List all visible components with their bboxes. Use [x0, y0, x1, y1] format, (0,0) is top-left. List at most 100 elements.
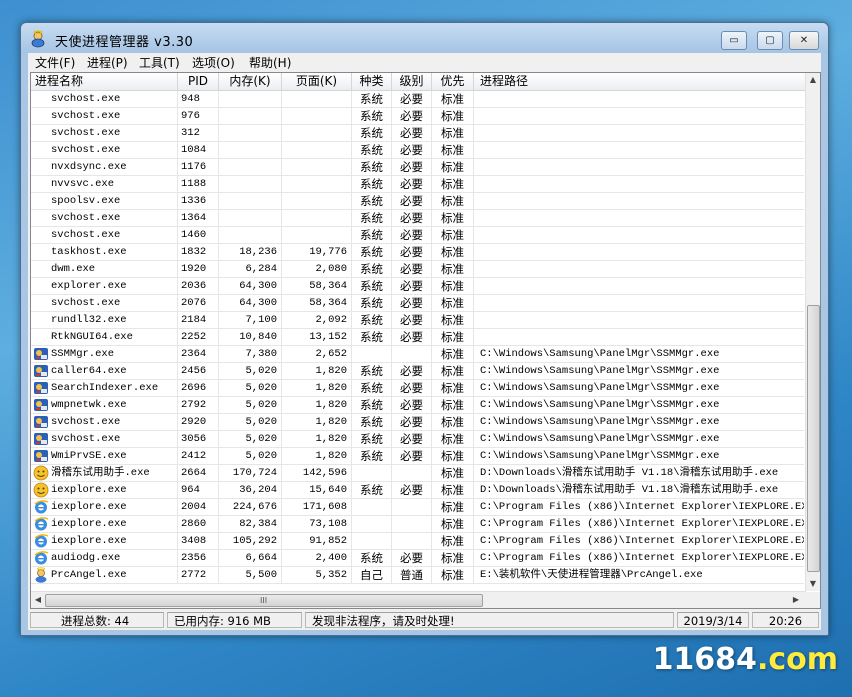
- table-row[interactable]: caller64.exe 2456 5,020 1,820 系统 必要 标准 C:\Windo…: [31, 363, 804, 380]
- cell-type: 系统: [352, 193, 392, 209]
- horizontal-scroll-thumb[interactable]: III: [45, 594, 483, 607]
- status-date: 2019/3/14: [677, 612, 749, 628]
- cell-level: 必要: [392, 227, 432, 243]
- cell-level: [392, 533, 432, 549]
- cell-page: [282, 142, 352, 158]
- table-row[interactable]: audiodg.exe 2356 6,664 2,400 系统 必要 标准 C:\Progra…: [31, 550, 804, 567]
- cell-path: [474, 142, 804, 158]
- header-level[interactable]: 级别: [392, 73, 432, 90]
- cell-pid: 2860: [178, 516, 219, 532]
- vertical-scroll-thumb[interactable]: [807, 305, 820, 572]
- header-name[interactable]: 进程名称: [31, 73, 178, 90]
- cell-prio: 标准: [432, 516, 474, 532]
- table-row[interactable]: 滑稽东试用助手.exe 2664 170,724 142,596 标准 D:\Downlo…: [31, 465, 804, 482]
- cell-level: 普通: [392, 567, 432, 583]
- header-page[interactable]: 页面(K): [282, 73, 352, 90]
- cell-prio: 标准: [432, 363, 474, 379]
- cell-path: C:\Windows\Samsung\PanelMgr\SSMMgr.exe: [480, 382, 720, 394]
- cell-page: 2,080: [282, 261, 352, 277]
- table-row[interactable]: svchost.exe 1460 系统 必要 标准: [31, 227, 804, 244]
- cell-path: [474, 329, 804, 345]
- table-row[interactable]: taskhost.exe 1832 18,236 19,776 系统 必要 标准: [31, 244, 804, 261]
- cell-prio: 标准: [432, 448, 474, 464]
- table-row[interactable]: explorer.exe 2036 64,300 58,364 系统 必要 标准: [31, 278, 804, 295]
- cell-type: [352, 465, 392, 481]
- cell-name: RtkNGUI64.exe: [31, 329, 178, 345]
- table-row[interactable]: wmpnetwk.exe 2792 5,020 1,820 系统 必要 标准 C:\Windo…: [31, 397, 804, 414]
- cell-type: 系统: [352, 295, 392, 311]
- table-row[interactable]: iexplore.exe 2860 82,384 73,108 标准 C:\Program…: [31, 516, 804, 533]
- status-bar: 进程总数: 44 已用内存: 916 MB 发现非法程序，请及时处理! 2019…: [28, 610, 821, 630]
- cell-level: 必要: [392, 91, 432, 107]
- horizontal-scrollbar[interactable]: ◀ III ▶: [31, 591, 806, 608]
- scroll-left-arrow-icon[interactable]: ◀: [33, 595, 43, 605]
- close-button[interactable]: ✕: [789, 31, 819, 50]
- cell-prio: 标准: [432, 244, 474, 260]
- cell-name: iexplore.exe: [31, 482, 178, 498]
- cell-name: SearchIndexer.exe: [31, 380, 178, 396]
- cell-prio: 标准: [432, 550, 474, 566]
- table-row[interactable]: nvxdsync.exe 1176 系统 必要 标准: [31, 159, 804, 176]
- table-row[interactable]: svchost.exe 976 系统 必要 标准: [31, 108, 804, 125]
- menu-file[interactable]: 文件(F): [32, 54, 78, 71]
- table-row[interactable]: svchost.exe 2076 64,300 58,364 系统 必要 标准: [31, 295, 804, 312]
- minimize-button[interactable]: ▭: [721, 31, 747, 50]
- cell-mem: 6,664: [219, 550, 282, 566]
- table-row[interactable]: svchost.exe 312 系统 必要 标准: [31, 125, 804, 142]
- list-header: 进程名称 PID 内存(K) 页面(K) 种类 级别 优先 进程路径: [31, 73, 806, 91]
- cell-level: 必要: [392, 448, 432, 464]
- table-row[interactable]: rundll32.exe 2184 7,100 2,092 系统 必要 标准: [31, 312, 804, 329]
- cell-page: 1,820: [282, 448, 352, 464]
- cell-page: 13,152: [282, 329, 352, 345]
- cell-prio: 标准: [432, 108, 474, 124]
- cell-path: [474, 295, 804, 311]
- cell-prio: 标准: [432, 567, 474, 583]
- cell-name: SSMMgr.exe: [31, 346, 178, 362]
- header-memory[interactable]: 内存(K): [219, 73, 282, 90]
- header-pid[interactable]: PID: [178, 73, 219, 90]
- cell-page: [282, 159, 352, 175]
- scroll-down-arrow-icon[interactable]: ▼: [808, 579, 818, 589]
- menu-process[interactable]: 进程(P): [84, 54, 131, 71]
- cell-name: wmpnetwk.exe: [31, 397, 178, 413]
- cell-level: [392, 516, 432, 532]
- table-row[interactable]: SearchIndexer.exe 2696 5,020 1,820 系统 必要 标准 C:\…: [31, 380, 804, 397]
- table-row[interactable]: iexplore.exe 964 36,204 15,640 系统 必要 标准 D:\Down…: [31, 482, 804, 499]
- title-bar[interactable]: 天使进程管理器 v3.30 ▭ ▢ ✕: [21, 23, 828, 53]
- vertical-scrollbar[interactable]: ▲ ▼: [805, 73, 820, 591]
- cell-pid: 1188: [178, 176, 219, 192]
- angel-app-icon: [31, 30, 45, 48]
- menu-tools[interactable]: 工具(T): [136, 54, 183, 71]
- table-row[interactable]: iexplore.exe 3408 105,292 91,852 标准 C:\Progra…: [31, 533, 804, 550]
- cell-name: explorer.exe: [31, 278, 178, 294]
- cell-pid: 2356: [178, 550, 219, 566]
- status-message: 发现非法程序，请及时处理!: [305, 612, 674, 628]
- table-row[interactable]: dwm.exe 1920 6,284 2,080 系统 必要 标准: [31, 261, 804, 278]
- header-priority[interactable]: 优先: [432, 73, 474, 90]
- scroll-right-arrow-icon[interactable]: ▶: [791, 595, 801, 605]
- table-row[interactable]: spoolsv.exe 1336 系统 必要 标准: [31, 193, 804, 210]
- table-row[interactable]: SSMMgr.exe 2364 7,380 2,652 标准 C:\Windows\Sam…: [31, 346, 804, 363]
- table-row[interactable]: iexplore.exe 2004 224,676 171,608 标准 C:\Progr…: [31, 499, 804, 516]
- table-row[interactable]: svchost.exe 3056 5,020 1,820 系统 必要 标准 C:\Window…: [31, 431, 804, 448]
- table-row[interactable]: WmiPrvSE.exe 2412 5,020 1,820 系统 必要 标准 C:\Windo…: [31, 448, 804, 465]
- table-row[interactable]: nvvsvc.exe 1188 系统 必要 标准: [31, 176, 804, 193]
- table-row[interactable]: PrcAngel.exe 2772 5,500 5,352 自己 普通 标准 E:\装机软件\…: [31, 567, 804, 584]
- table-row[interactable]: svchost.exe 948 系统 必要 标准: [31, 91, 804, 108]
- cell-pid: 3408: [178, 533, 219, 549]
- cell-path: C:\Program Files (x86)\Internet Explorer…: [480, 552, 804, 564]
- table-row[interactable]: svchost.exe 2920 5,020 1,820 系统 必要 标准 C:\Window…: [31, 414, 804, 431]
- header-type[interactable]: 种类: [352, 73, 392, 90]
- cell-prio: 标准: [432, 227, 474, 243]
- header-path[interactable]: 进程路径: [474, 73, 806, 90]
- maximize-button[interactable]: ▢: [757, 31, 783, 50]
- table-row[interactable]: svchost.exe 1084 系统 必要 标准: [31, 142, 804, 159]
- cell-level: [392, 499, 432, 515]
- cell-mem: 64,300: [219, 295, 282, 311]
- scroll-up-arrow-icon[interactable]: ▲: [808, 75, 818, 85]
- menu-help[interactable]: 帮助(H): [246, 54, 294, 71]
- table-row[interactable]: svchost.exe 1364 系统 必要 标准: [31, 210, 804, 227]
- menu-options[interactable]: 选项(O): [189, 54, 238, 71]
- table-row[interactable]: RtkNGUI64.exe 2252 10,840 13,152 系统 必要 标准: [31, 329, 804, 346]
- process-list[interactable]: 进程名称 PID 内存(K) 页面(K) 种类 级别 优先 进程路径 svcho…: [30, 72, 821, 609]
